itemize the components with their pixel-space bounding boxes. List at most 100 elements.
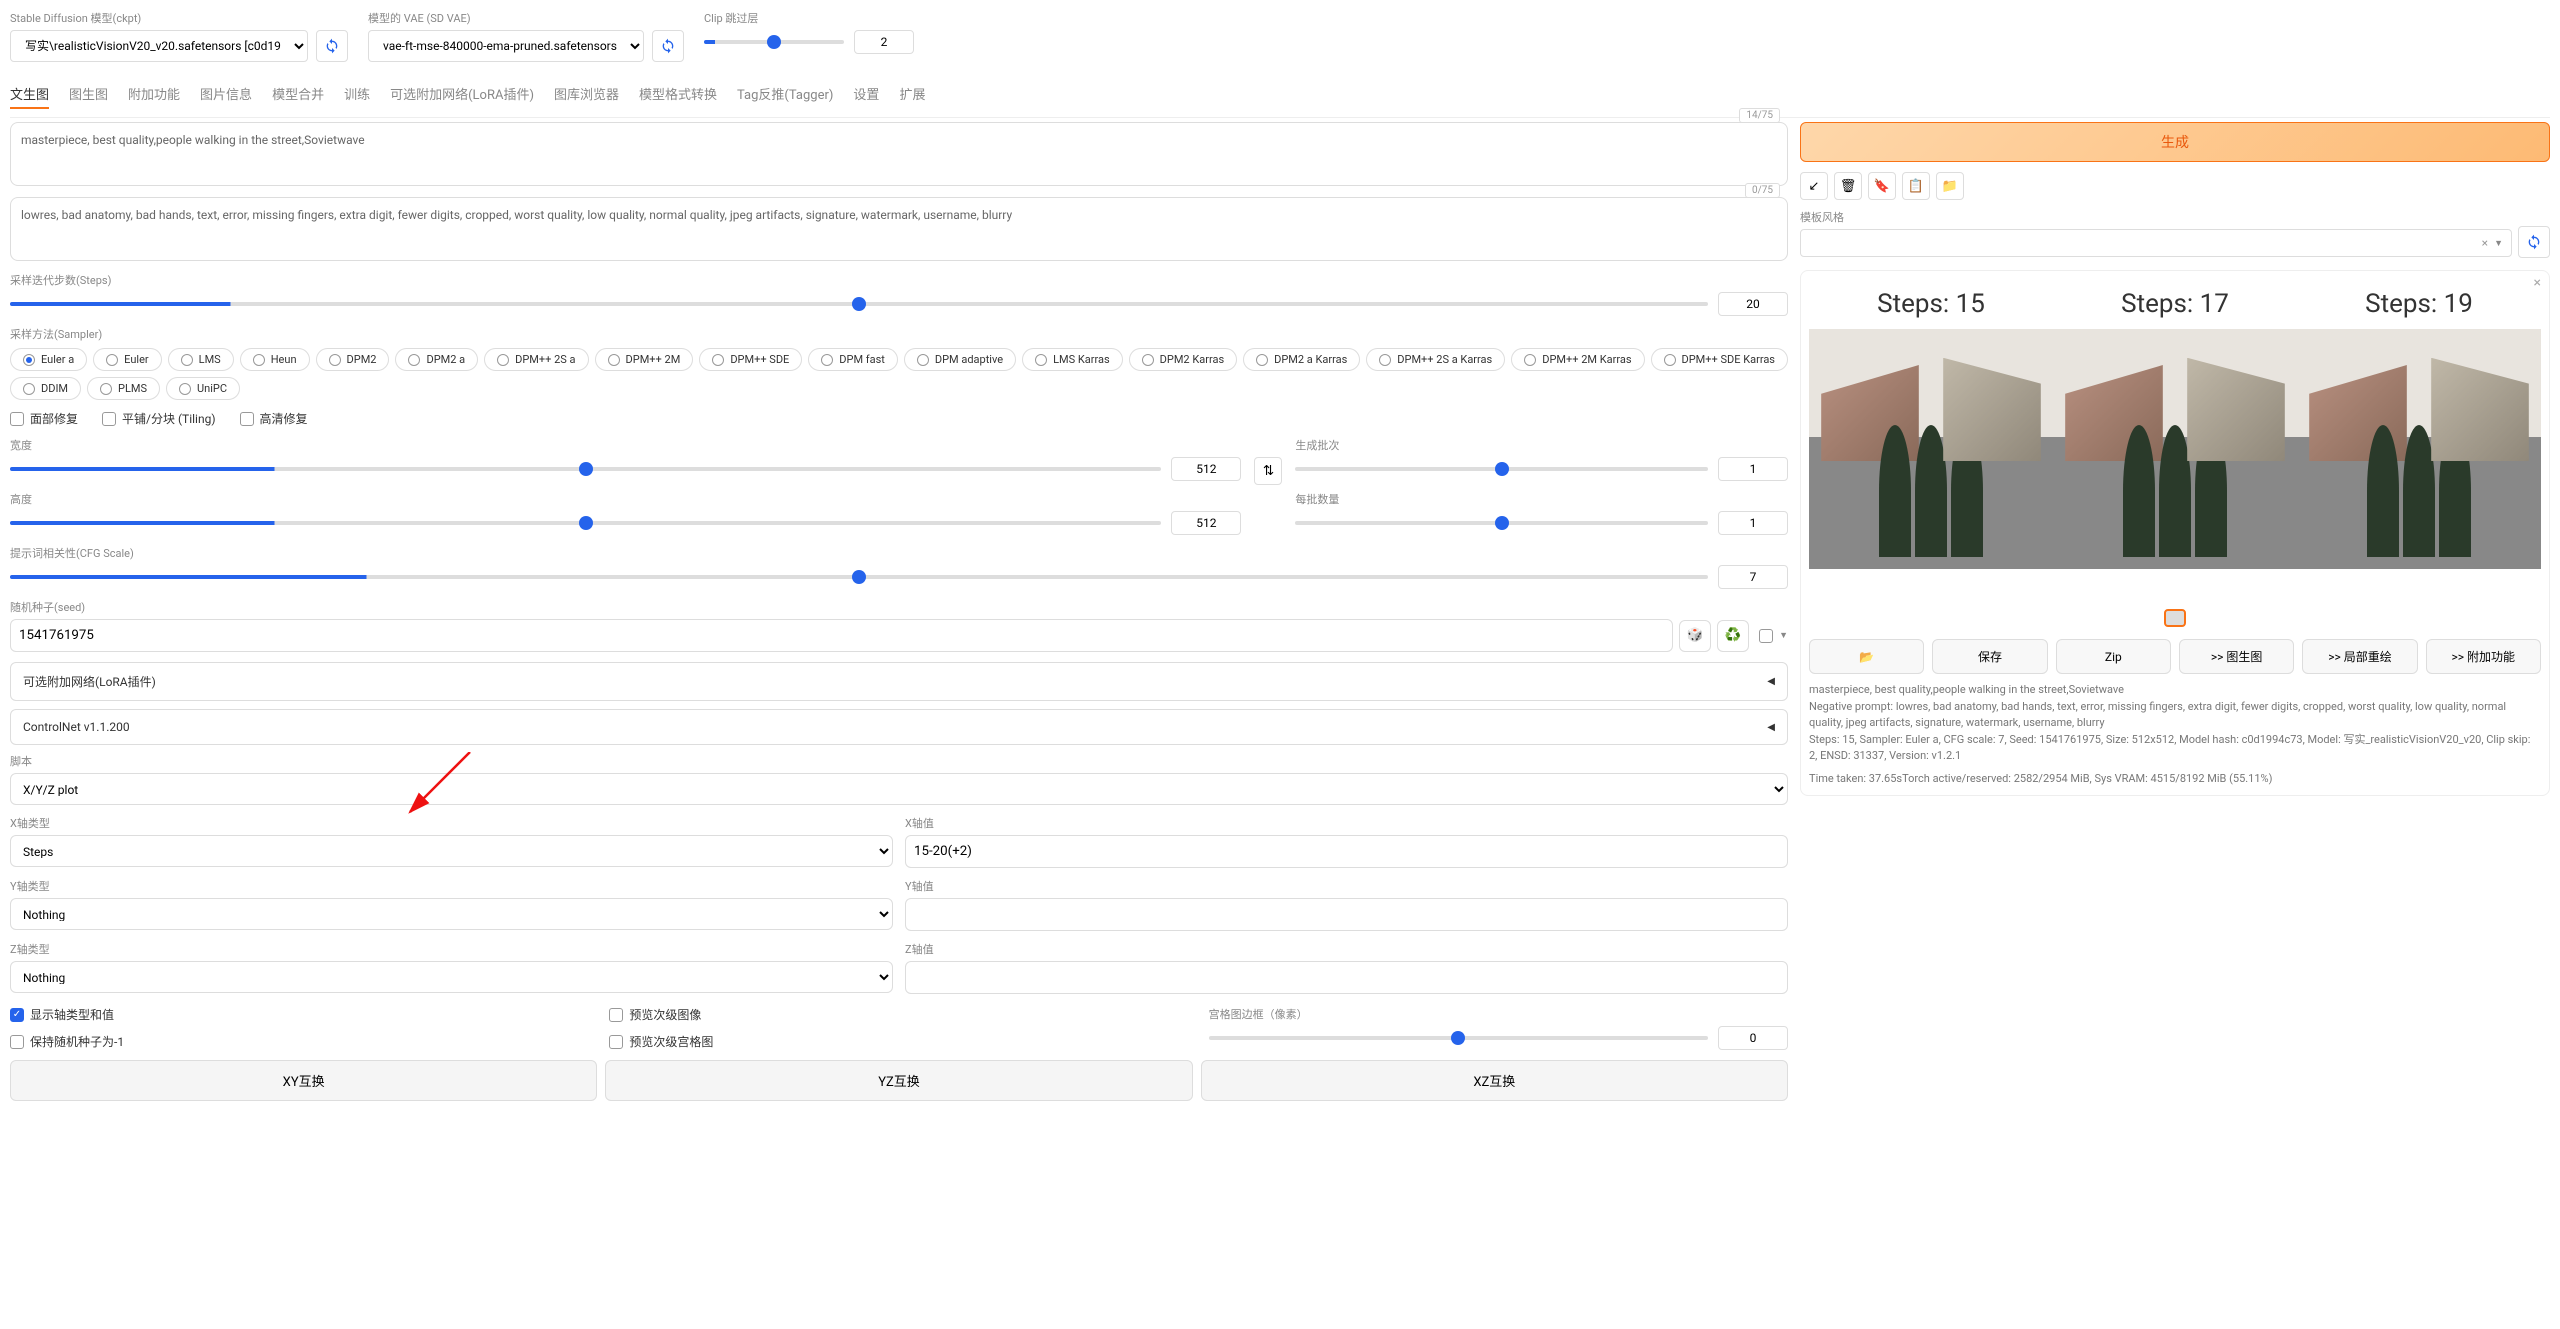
include-sub-checkbox[interactable]: 预览次级图像 (609, 1006, 1188, 1023)
tab-0[interactable]: 文生图 (10, 80, 49, 109)
sampler-ddim[interactable]: DDIM (10, 377, 81, 400)
result-image-3[interactable] (2297, 329, 2541, 569)
script-select[interactable]: X/Y/Z plot (10, 773, 1788, 805)
neg-prompt-input[interactable]: lowres, bad anatomy, bad hands, text, er… (10, 197, 1788, 261)
steps-value[interactable] (1718, 292, 1788, 316)
batch-count-value[interactable] (1718, 457, 1788, 481)
tab-6[interactable]: 可选附加网络(LoRA插件) (390, 80, 534, 109)
bookmark-icon-button[interactable]: 🔖 (1868, 172, 1896, 200)
send-extras-button[interactable]: >> 附加功能 (2426, 639, 2541, 674)
sampler-dpm---sde[interactable]: DPM++ SDE (699, 348, 802, 371)
height-slider[interactable] (10, 521, 1161, 525)
batch-count-label: 生成批次 (1295, 439, 1339, 452)
sampler-dpm---2s-a[interactable]: DPM++ 2S a (484, 348, 588, 371)
grid-margin-value[interactable] (1718, 1026, 1788, 1050)
tiling-checkbox[interactable]: 平铺/分块 (Tiling) (102, 410, 216, 427)
y-values-input[interactable] (905, 898, 1788, 931)
restore-faces-checkbox[interactable]: 面部修复 (10, 410, 78, 427)
swap-wh-button[interactable]: ⇅ (1254, 457, 1282, 485)
grid-header-2: Steps: 17 (2121, 289, 2229, 319)
batch-size-slider[interactable] (1295, 521, 1708, 525)
tab-10[interactable]: 设置 (853, 80, 879, 109)
grid-margin-slider[interactable] (1209, 1036, 1708, 1040)
include-sub-grids-checkbox[interactable]: 预览次级宫格图 (609, 1033, 1188, 1050)
sampler-dpm2-karras[interactable]: DPM2 Karras (1129, 348, 1237, 371)
batch-count-slider[interactable] (1295, 467, 1708, 471)
vae-refresh-button[interactable] (652, 30, 684, 62)
seed-extra-checkbox[interactable] (1759, 629, 1773, 643)
send-img2img-button[interactable]: >> 图生图 (2179, 639, 2294, 674)
open-folder-button[interactable]: 📂 (1809, 639, 1924, 674)
sampler-dpm-fast[interactable]: DPM fast (808, 348, 898, 371)
controlnet-accordion[interactable]: ControlNet v1.1.200 ◀ (10, 709, 1788, 745)
close-output-button[interactable]: × (2534, 275, 2541, 291)
template-select[interactable]: ×▼ (1800, 229, 2512, 257)
send-inpaint-button[interactable]: >> 局部重绘 (2302, 639, 2417, 674)
tab-4[interactable]: 模型合并 (272, 80, 324, 109)
tab-1[interactable]: 图生图 (69, 80, 108, 109)
result-image-2[interactable] (2053, 329, 2297, 569)
generate-button[interactable]: 生成 (1800, 122, 2550, 162)
model-refresh-button[interactable] (316, 30, 348, 62)
cfg-value[interactable] (1718, 565, 1788, 589)
save-button[interactable]: 保存 (1932, 639, 2047, 674)
steps-slider[interactable] (10, 302, 1708, 306)
trash-icon-button[interactable]: 🗑 (1834, 172, 1862, 200)
sampler-plms[interactable]: PLMS (87, 377, 160, 400)
swap-xy-button[interactable]: XY互换 (10, 1060, 597, 1101)
cfg-slider[interactable] (10, 575, 1708, 579)
width-value[interactable] (1171, 457, 1241, 481)
sampler-dpm---2m[interactable]: DPM++ 2M (595, 348, 694, 371)
tab-7[interactable]: 图库浏览器 (554, 80, 619, 109)
hires-checkbox[interactable]: 高清修复 (240, 410, 308, 427)
arrow-icon-button[interactable]: ↙ (1800, 172, 1828, 200)
lora-accordion[interactable]: 可选附加网络(LoRA插件) ◀ (10, 662, 1788, 701)
sampler-euler-a[interactable]: Euler a (10, 348, 87, 371)
sampler-dpm---2m-karras[interactable]: DPM++ 2M Karras (1511, 348, 1644, 371)
x-values-input[interactable] (905, 835, 1788, 868)
tab-3[interactable]: 图片信息 (200, 80, 252, 109)
tab-9[interactable]: Tag反推(Tagger) (737, 80, 833, 109)
template-refresh-button[interactable] (2518, 226, 2550, 258)
result-image-1[interactable] (1809, 329, 2053, 569)
tab-5[interactable]: 训练 (344, 80, 370, 109)
keep-seed-checkbox[interactable]: 保持随机种子为-1 (10, 1033, 589, 1050)
clip-value[interactable] (854, 30, 914, 54)
zip-button[interactable]: Zip (2056, 639, 2171, 674)
sampler-dpm-adaptive[interactable]: DPM adaptive (904, 348, 1016, 371)
tab-2[interactable]: 附加功能 (128, 80, 180, 109)
height-value[interactable] (1171, 511, 1241, 535)
clip-slider[interactable] (704, 40, 844, 44)
sampler-dpm---sde-karras[interactable]: DPM++ SDE Karras (1651, 348, 1789, 371)
sampler-heun[interactable]: Heun (240, 348, 310, 371)
batch-size-value[interactable] (1718, 511, 1788, 535)
folder-icon-button[interactable]: 📁 (1936, 172, 1964, 200)
seed-input[interactable] (10, 619, 1673, 652)
z-values-input[interactable] (905, 961, 1788, 994)
seed-reuse-button[interactable]: ♻️ (1717, 620, 1749, 652)
sampler-dpm2-a-karras[interactable]: DPM2 a Karras (1243, 348, 1360, 371)
prompt-input[interactable]: masterpiece, best quality,people walking… (10, 122, 1788, 186)
vae-select[interactable]: vae-ft-mse-840000-ema-pruned.safetensors (368, 30, 644, 62)
model-select[interactable]: 写实\realisticVisionV20_v20.safetensors [c… (10, 30, 308, 62)
sampler-dpm2[interactable]: DPM2 (316, 348, 390, 371)
swap-yz-button[interactable]: YZ互换 (605, 1060, 1192, 1101)
seed-random-button[interactable]: 🎲 (1679, 620, 1711, 652)
tab-8[interactable]: 模型格式转换 (639, 80, 717, 109)
x-type-select[interactable]: Steps (10, 835, 893, 867)
sampler-euler[interactable]: Euler (93, 348, 161, 371)
sampler-lms-karras[interactable]: LMS Karras (1022, 348, 1123, 371)
sampler-unipc[interactable]: UniPC (166, 377, 240, 400)
clipboard-icon-button[interactable]: 📋 (1902, 172, 1930, 200)
result-thumbnail[interactable] (2164, 609, 2186, 627)
sampler-lms[interactable]: LMS (168, 348, 234, 371)
info-time: Time taken: 37.65sTorch active/reserved:… (1809, 771, 2541, 788)
z-type-select[interactable]: Nothing (10, 961, 893, 993)
y-type-select[interactable]: Nothing (10, 898, 893, 930)
draw-legend-checkbox[interactable]: 显示轴类型和值 (10, 1006, 589, 1023)
sampler-dpm2-a[interactable]: DPM2 a (395, 348, 478, 371)
sampler-dpm---2s-a-karras[interactable]: DPM++ 2S a Karras (1366, 348, 1505, 371)
tab-11[interactable]: 扩展 (899, 80, 925, 109)
swap-xz-button[interactable]: XZ互换 (1201, 1060, 1788, 1101)
width-slider[interactable] (10, 467, 1161, 471)
